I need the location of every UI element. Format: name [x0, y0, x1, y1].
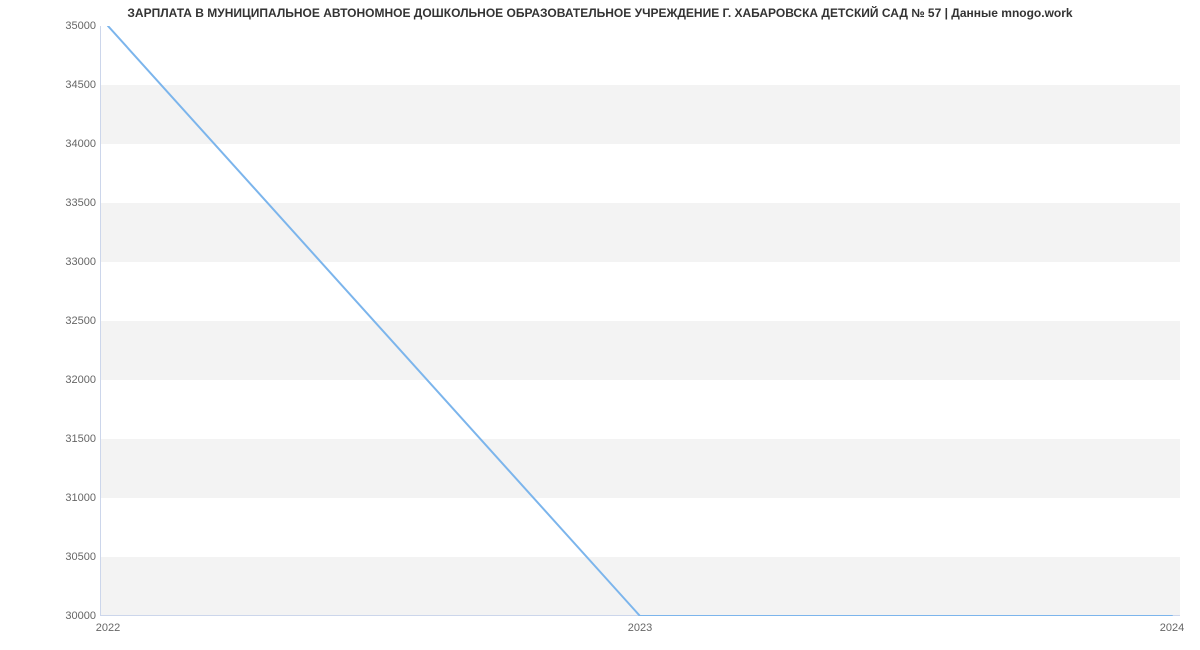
salary-line-chart: ЗАРПЛАТА В МУНИЦИПАЛЬНОЕ АВТОНОМНОЕ ДОШК…	[0, 0, 1200, 650]
y-tick-label: 30000	[6, 610, 96, 622]
chart-svg	[100, 26, 1180, 616]
y-tick-label: 33000	[6, 256, 96, 268]
y-tick-label: 31000	[6, 492, 96, 504]
y-tick-label: 32000	[6, 374, 96, 386]
y-tick-label: 31500	[6, 433, 96, 445]
x-tick-label: 2022	[96, 622, 120, 634]
y-tick-label: 30500	[6, 551, 96, 563]
x-tick-label: 2024	[1160, 622, 1184, 634]
chart-title: ЗАРПЛАТА В МУНИЦИПАЛЬНОЕ АВТОНОМНОЕ ДОШК…	[0, 6, 1200, 20]
y-tick-label: 34000	[6, 138, 96, 150]
y-tick-label: 35000	[6, 20, 96, 32]
y-tick-label: 33500	[6, 197, 96, 209]
y-tick-label: 34500	[6, 79, 96, 91]
x-tick-label: 2023	[628, 622, 652, 634]
y-tick-label: 32500	[6, 315, 96, 327]
plot-area	[100, 26, 1180, 616]
